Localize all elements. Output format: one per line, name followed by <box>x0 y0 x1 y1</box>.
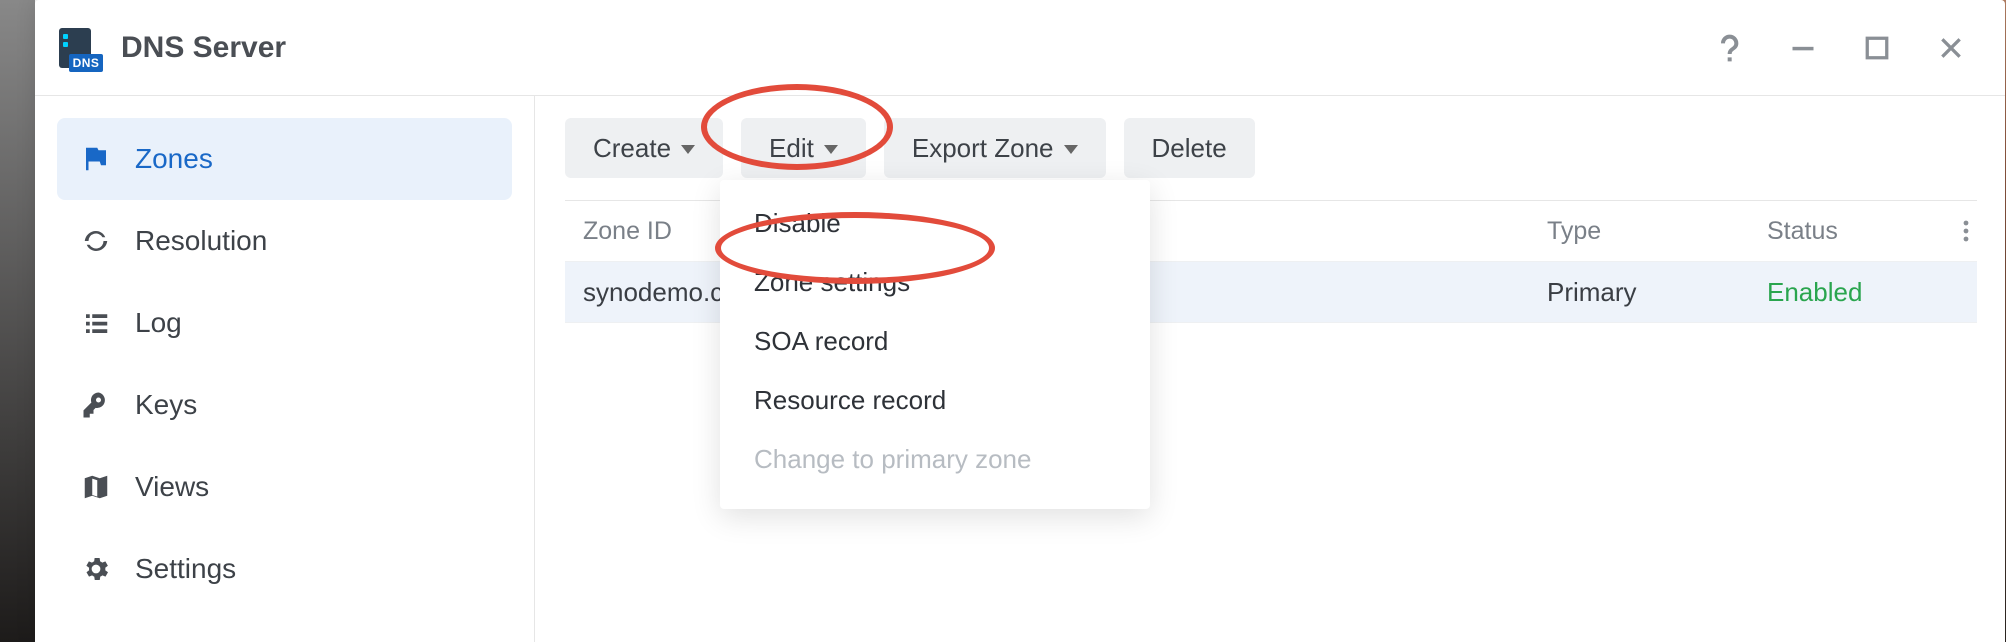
chevron-down-icon <box>681 145 695 154</box>
sidebar-item-label: Zones <box>135 143 213 175</box>
sidebar-item-zones[interactable]: Zones <box>57 118 512 200</box>
column-status[interactable]: Status <box>1749 217 1937 246</box>
refresh-icon <box>79 226 113 256</box>
column-menu-icon[interactable] <box>1937 220 1977 242</box>
button-label: Edit <box>769 133 814 164</box>
sidebar-item-keys[interactable]: Keys <box>57 364 512 446</box>
cell-type: Primary <box>1529 277 1749 308</box>
flag-icon <box>79 144 113 174</box>
app-icon: DNS <box>55 28 103 68</box>
dropdown-item-zone-settings[interactable]: Zone settings <box>720 253 1150 312</box>
gear-icon <box>79 554 113 584</box>
export-zone-button[interactable]: Export Zone <box>884 118 1106 178</box>
sidebar-item-label: Resolution <box>135 225 267 257</box>
sidebar-item-label: Views <box>135 471 209 503</box>
list-icon <box>79 308 113 338</box>
sidebar-item-views[interactable]: Views <box>57 446 512 528</box>
column-type[interactable]: Type <box>1529 217 1749 246</box>
app-title: DNS Server <box>121 31 286 65</box>
help-icon[interactable] <box>1711 30 1747 66</box>
titlebar: DNS DNS Server <box>35 0 2005 96</box>
sidebar-item-log[interactable]: Log <box>57 282 512 364</box>
sidebar: Zones Resolution Log <box>35 96 535 642</box>
dropdown-item-soa-record[interactable]: SOA record <box>720 312 1150 371</box>
dropdown-item-disable[interactable]: Disable <box>720 194 1150 253</box>
cell-status: Enabled <box>1749 277 1937 308</box>
edit-button[interactable]: Edit <box>741 118 866 178</box>
sidebar-item-label: Keys <box>135 389 197 421</box>
create-button[interactable]: Create <box>565 118 723 178</box>
content-pane: Create Edit Export Zone Delete <box>535 96 2005 642</box>
chevron-down-icon <box>824 145 838 154</box>
sidebar-item-label: Log <box>135 307 182 339</box>
button-label: Export Zone <box>912 133 1054 164</box>
chevron-down-icon <box>1064 145 1078 154</box>
close-icon[interactable] <box>1933 30 1969 66</box>
app-window: DNS DNS Server <box>35 0 2005 642</box>
minimize-icon[interactable] <box>1785 30 1821 66</box>
toolbar: Create Edit Export Zone Delete <box>565 118 1977 178</box>
button-label: Create <box>593 133 671 164</box>
sidebar-item-resolution[interactable]: Resolution <box>57 200 512 282</box>
dropdown-item-resource-record[interactable]: Resource record <box>720 371 1150 430</box>
sidebar-item-settings[interactable]: Settings <box>57 528 512 610</box>
maximize-icon[interactable] <box>1859 30 1895 66</box>
button-label: Delete <box>1152 133 1227 164</box>
map-icon <box>79 472 113 502</box>
window-controls <box>1711 30 1985 66</box>
sidebar-item-label: Settings <box>135 553 236 585</box>
key-icon <box>79 390 113 420</box>
delete-button[interactable]: Delete <box>1124 118 1255 178</box>
dropdown-item-change-to-primary-zone: Change to primary zone <box>720 430 1150 489</box>
edit-dropdown: Disable Zone settings SOA record Resourc… <box>720 180 1150 509</box>
